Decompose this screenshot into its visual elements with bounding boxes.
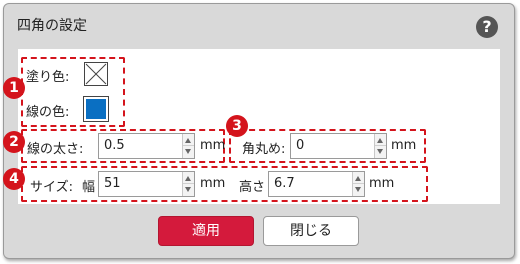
- annotation-badge-4: 4: [3, 168, 25, 190]
- line-color-label: 線の色:: [26, 105, 70, 120]
- height-input[interactable]: 6.7: [268, 171, 365, 197]
- line-width-value: 0.5: [104, 138, 125, 153]
- fill-color-swatch[interactable]: [84, 62, 108, 86]
- fill-color-label: 塗り色:: [26, 70, 70, 85]
- width-value: 51: [104, 176, 121, 191]
- settings-dialog: 四角の設定 ? 塗り色: 線の色: 線の太さ: 0.5 mm 角丸め: 0 mm…: [3, 3, 515, 259]
- close-button[interactable]: 閉じる: [263, 216, 359, 246]
- corner-label: 角丸め:: [242, 142, 286, 157]
- line-width-input[interactable]: 0.5: [98, 133, 195, 159]
- corner-value: 0: [296, 138, 305, 153]
- apply-button[interactable]: 適用: [158, 216, 254, 246]
- size-label: サイズ:: [30, 180, 73, 195]
- line-color-fill: [86, 99, 106, 119]
- line-color-swatch[interactable]: [83, 96, 109, 122]
- corner-spinner[interactable]: [374, 134, 386, 158]
- help-icon[interactable]: ?: [476, 16, 498, 38]
- width-label: 幅: [82, 180, 96, 195]
- corner-input[interactable]: 0: [290, 133, 387, 159]
- height-unit: mm: [369, 176, 395, 191]
- no-fill-icon: [85, 63, 107, 85]
- annotation-badge-3: 3: [226, 115, 248, 137]
- annotation-badge-2: 2: [3, 131, 25, 153]
- line-width-unit: mm: [200, 138, 226, 153]
- dialog-title: 四角の設定: [17, 18, 87, 34]
- width-unit: mm: [200, 176, 226, 191]
- height-value: 6.7: [274, 176, 295, 191]
- line-width-spinner[interactable]: [182, 134, 194, 158]
- height-label: 高さ: [239, 180, 266, 195]
- width-spinner[interactable]: [182, 172, 194, 196]
- height-spinner[interactable]: [352, 172, 364, 196]
- width-input[interactable]: 51: [98, 171, 195, 197]
- line-width-label: 線の太さ:: [27, 142, 84, 157]
- annotation-badge-1: 1: [3, 77, 25, 99]
- settings-panel: 塗り色: 線の色: 線の太さ: 0.5 mm 角丸め: 0 mm サイズ: 幅 …: [18, 49, 500, 204]
- corner-unit: mm: [391, 138, 417, 153]
